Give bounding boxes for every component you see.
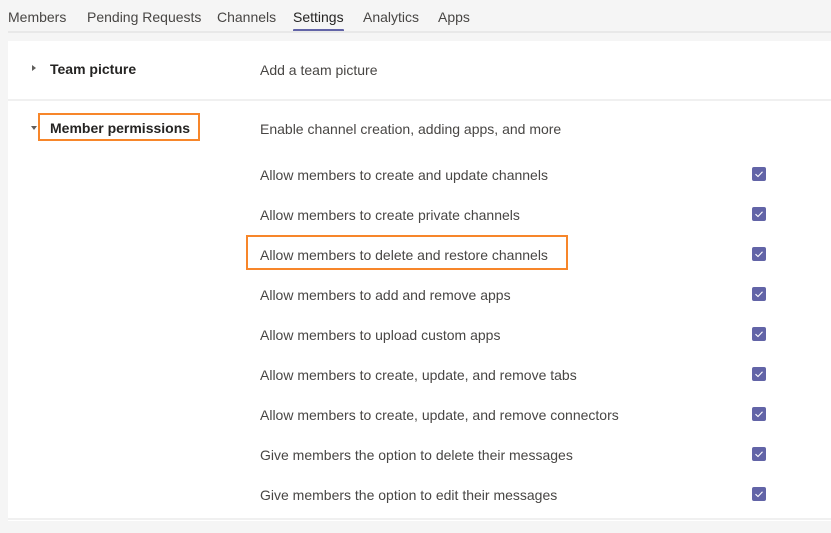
tab-apps[interactable]: Apps	[438, 9, 470, 25]
permission-checkbox[interactable]	[752, 367, 766, 381]
section-title[interactable]: Member permissions	[50, 120, 190, 136]
checkmark-icon	[755, 251, 763, 258]
permission-checkbox[interactable]	[752, 447, 766, 461]
permission-checkbox[interactable]	[752, 327, 766, 341]
permission-label: Allow members to create, update, and rem…	[260, 367, 577, 383]
checkmark-icon	[755, 291, 763, 298]
tab-settings[interactable]: Settings	[293, 9, 344, 32]
tab-channels[interactable]: Channels	[217, 9, 276, 25]
section-description: Enable channel creation, adding apps, an…	[260, 121, 562, 137]
permission-label: Allow members to create and update chann…	[260, 167, 548, 183]
caret-down-icon[interactable]	[31, 126, 37, 130]
permission-checkbox[interactable]	[752, 487, 766, 501]
checkmark-icon	[755, 331, 763, 338]
permission-label: Give members the option to delete their …	[260, 447, 573, 463]
permission-checkbox[interactable]	[752, 167, 766, 181]
caret-right-icon[interactable]	[32, 65, 36, 71]
checkmark-icon	[755, 451, 763, 458]
permission-label: Allow members to upload custom apps	[260, 327, 501, 343]
tab-bar-divider	[8, 31, 831, 33]
permission-checkbox[interactable]	[752, 207, 766, 221]
tab-pending-requests[interactable]: Pending Requests	[87, 9, 201, 25]
section-divider	[8, 99, 831, 101]
tab-bar: Members Pending Requests Channels Settin…	[0, 0, 831, 33]
checkmark-icon	[755, 171, 763, 178]
checkmark-icon	[755, 491, 763, 498]
tab-analytics[interactable]: Analytics	[363, 9, 419, 25]
permission-label: Allow members to create, update, and rem…	[260, 407, 619, 423]
permission-label: Allow members to delete and restore chan…	[260, 247, 548, 263]
section-title[interactable]: Team picture	[50, 61, 136, 77]
checkmark-icon	[755, 211, 763, 218]
permission-checkbox[interactable]	[752, 247, 766, 261]
permission-label: Allow members to create private channels	[260, 207, 520, 223]
permission-checkbox[interactable]	[752, 287, 766, 301]
section-divider	[8, 518, 831, 520]
section-description: Add a team picture	[260, 62, 378, 78]
checkmark-icon	[755, 371, 763, 378]
permission-checkbox[interactable]	[752, 407, 766, 421]
checkmark-icon	[755, 411, 763, 418]
permission-label: Allow members to add and remove apps	[260, 287, 511, 303]
tab-members[interactable]: Members	[8, 9, 66, 25]
permission-label: Give members the option to edit their me…	[260, 487, 558, 503]
